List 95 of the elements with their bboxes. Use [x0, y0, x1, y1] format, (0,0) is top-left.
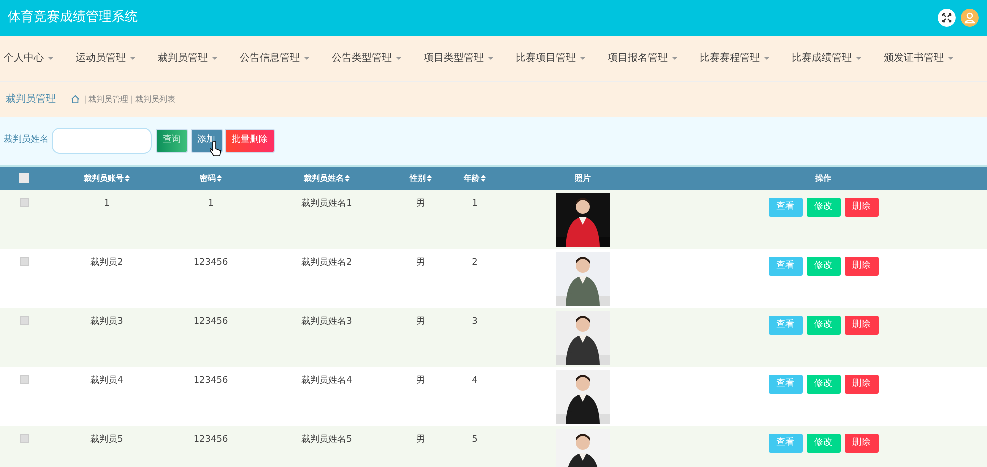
delete-button[interactable]: 批量删除: [225, 129, 275, 153]
caret-icon: [48, 56, 54, 60]
table-cell: 男: [416, 317, 426, 327]
table-cell: 123456: [194, 317, 228, 327]
nav-menu-item[interactable]: 运动员管理: [72, 51, 136, 66]
edit-button[interactable]: 修改: [806, 434, 840, 453]
nav-menu-item[interactable]: 项目类型管理: [420, 51, 494, 66]
column-header: 照片: [575, 172, 591, 184]
caret-icon: [212, 56, 218, 60]
delete-button[interactable]: 删除: [844, 316, 878, 335]
nav-menu-item[interactable]: 比赛赛程管理: [696, 51, 770, 66]
user-avatar-icon[interactable]: [961, 9, 979, 27]
caret-icon: [304, 56, 310, 60]
table-cell: 2: [472, 258, 478, 268]
sort-icon[interactable]: [125, 175, 130, 182]
search-label: 裁判员姓名: [4, 134, 49, 148]
fullscreen-icon[interactable]: [938, 9, 956, 27]
table-cell: 123456: [194, 435, 228, 445]
search-button[interactable]: 查询: [156, 129, 188, 153]
column-header[interactable]: 裁判员姓名: [304, 172, 344, 184]
table-cell: 1: [472, 199, 478, 209]
view-button[interactable]: 查看: [768, 316, 802, 335]
delete-button[interactable]: 删除: [844, 257, 878, 276]
table-cell: 123456: [194, 258, 228, 268]
caret-icon: [672, 56, 678, 60]
nav-menu-item[interactable]: 裁判员管理: [154, 51, 218, 66]
add-button[interactable]: 添加: [190, 129, 222, 153]
edit-button[interactable]: 修改: [806, 257, 840, 276]
search-field[interactable]: [52, 128, 152, 154]
select-all-checkbox[interactable]: [19, 173, 29, 184]
column-header: 操作: [816, 172, 832, 184]
delete-button[interactable]: 删除: [844, 198, 878, 217]
table-cell: 1: [104, 199, 110, 209]
column-header[interactable]: 年龄: [464, 172, 480, 184]
row-checkbox[interactable]: [20, 198, 28, 207]
table-cell: 男: [416, 435, 426, 445]
caret-icon: [396, 56, 402, 60]
table-cell: 裁判员姓名5: [302, 435, 352, 445]
nav-menu-item[interactable]: 公告类型管理: [328, 51, 402, 66]
row-checkbox[interactable]: [20, 257, 28, 266]
nav-menu-item[interactable]: 比赛项目管理: [512, 51, 586, 66]
breadcrumb-separator: |: [84, 94, 87, 106]
table-cell: 裁判员5: [90, 435, 124, 445]
breadcrumb-separator: |: [130, 94, 134, 106]
caret-icon: [948, 56, 954, 60]
nav-menu-item[interactable]: 个人中心: [0, 51, 54, 66]
table-cell: 男: [416, 376, 426, 386]
edit-button[interactable]: 修改: [806, 198, 840, 217]
view-button[interactable]: 查看: [768, 257, 802, 276]
table-cell: 123456: [194, 376, 228, 386]
caret-icon: [580, 56, 586, 60]
table-cell: 裁判员姓名4: [302, 376, 352, 386]
home-icon[interactable]: [71, 95, 80, 104]
view-button[interactable]: 查看: [768, 198, 802, 217]
nav-menu-item[interactable]: 颁发证书管理: [880, 51, 954, 66]
table-cell: 裁判员4: [90, 376, 124, 386]
table-cell: 男: [416, 258, 426, 268]
column-header[interactable]: 密码: [200, 172, 216, 184]
view-button[interactable]: 查看: [768, 434, 802, 453]
breadcrumb-link[interactable]: 裁判员管理: [88, 94, 129, 106]
delete-button[interactable]: 删除: [844, 434, 878, 453]
sort-icon[interactable]: [481, 175, 486, 182]
view-button[interactable]: 查看: [768, 375, 802, 394]
page-title: 裁判员管理: [6, 92, 56, 107]
row-checkbox[interactable]: [20, 316, 28, 325]
caret-icon: [488, 56, 494, 60]
caret-icon: [856, 56, 862, 60]
nav-menu-item[interactable]: 比赛成绩管理: [788, 51, 862, 66]
table-cell: 1: [208, 199, 214, 209]
delete-button[interactable]: 删除: [844, 375, 878, 394]
table-cell: 5: [472, 435, 478, 445]
table-cell: 裁判员2: [90, 258, 124, 268]
nav-menu-item[interactable]: 公告信息管理: [236, 51, 310, 66]
caret-icon: [130, 56, 136, 60]
sort-icon[interactable]: [427, 175, 432, 182]
row-checkbox[interactable]: [20, 434, 28, 443]
table-cell: 裁判员姓名2: [302, 258, 352, 268]
table-cell: 裁判员3: [90, 317, 124, 327]
breadcrumb-link[interactable]: 裁判员列表: [135, 94, 176, 106]
table-cell: 裁判员姓名3: [302, 317, 352, 327]
table-cell: 4: [472, 376, 478, 386]
table-cell: 裁判员姓名1: [302, 199, 352, 209]
edit-button[interactable]: 修改: [806, 316, 840, 335]
table-cell: 3: [472, 317, 478, 327]
table-cell: 男: [416, 199, 426, 209]
column-header[interactable]: 性别: [410, 172, 426, 184]
sort-icon[interactable]: [217, 175, 222, 182]
cursor-icon: [210, 141, 222, 157]
caret-icon: [764, 56, 770, 60]
edit-button[interactable]: 修改: [806, 375, 840, 394]
sort-icon[interactable]: [345, 175, 350, 182]
app-title: 体育竞赛成绩管理系统: [8, 8, 138, 28]
column-header[interactable]: 裁判员账号: [84, 172, 124, 184]
row-checkbox[interactable]: [20, 375, 28, 384]
nav-menu-item[interactable]: 项目报名管理: [604, 51, 678, 66]
